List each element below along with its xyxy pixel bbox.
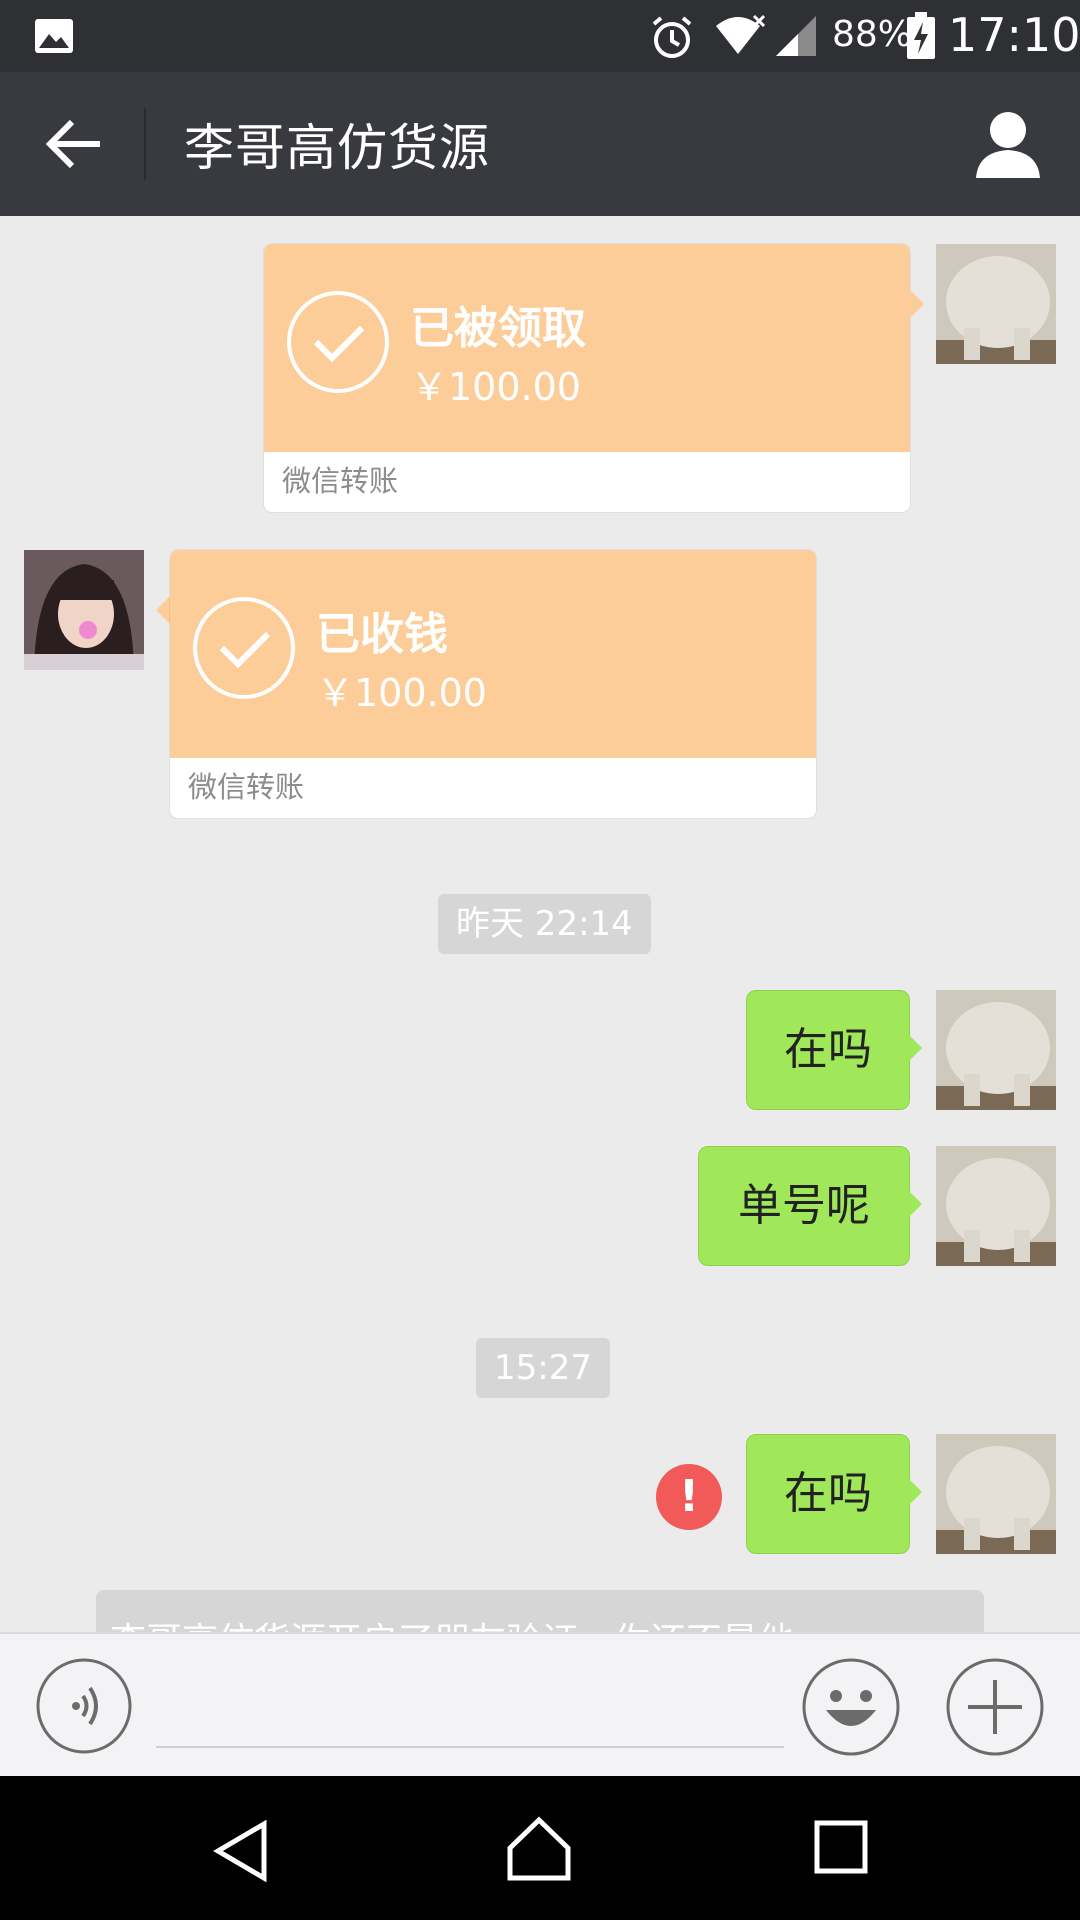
message-bubble-sent[interactable]: 在吗	[746, 990, 910, 1110]
nav-back-icon[interactable]	[212, 1820, 270, 1882]
alarm-icon	[652, 16, 692, 58]
back-arrow-icon[interactable]	[42, 116, 106, 172]
transfer-card-sent[interactable]: 已被领取 ￥100.00 微信转账	[264, 244, 910, 512]
avatar-contact[interactable]	[24, 550, 144, 670]
bubble-tail	[908, 1034, 922, 1062]
image-icon	[35, 19, 73, 53]
avatar-self-image	[936, 990, 1056, 1110]
header-divider	[144, 108, 146, 180]
transfer-label: 微信转账	[188, 770, 305, 804]
status-bar: 88% 17:10	[0, 0, 1080, 72]
avatar-self[interactable]	[936, 1434, 1056, 1554]
avatar-self-image	[936, 1434, 1056, 1554]
avatar-self[interactable]	[936, 244, 1056, 364]
avatar-self[interactable]	[936, 1146, 1056, 1266]
system-notice: 李哥高仿货源开启了朋友验证，你还不是他	[96, 1590, 984, 1632]
voice-icon[interactable]	[36, 1658, 132, 1754]
bubble-tail	[156, 596, 170, 624]
message-input[interactable]	[156, 1674, 784, 1748]
bubble-tail	[908, 1190, 922, 1218]
avatar-self-image	[936, 244, 1056, 364]
message-bubble-sent[interactable]: 单号呢	[698, 1146, 910, 1266]
transfer-amount: ￥100.00	[410, 365, 581, 409]
transfer-card-header: 已被领取 ￥100.00	[264, 244, 910, 452]
profile-icon[interactable]	[970, 108, 1046, 180]
signal-icon	[776, 16, 816, 56]
nav-recent-icon[interactable]	[814, 1820, 868, 1874]
send-failed-icon[interactable]: !	[656, 1464, 722, 1530]
input-bar	[0, 1632, 1080, 1776]
chat-message-list[interactable]: 已被领取 ￥100.00 微信转账 已收钱 ￥100.00 微信转账 昨天 22…	[0, 216, 1080, 1632]
bubble-tail	[908, 1478, 922, 1506]
bubble-tail	[910, 290, 924, 318]
timestamp: 15:27	[476, 1338, 610, 1398]
emoji-icon[interactable]	[802, 1658, 900, 1756]
avatar-self[interactable]	[936, 990, 1056, 1110]
avatar-contact-image	[24, 550, 144, 670]
transfer-status: 已被领取	[410, 303, 586, 354]
avatar-self-image	[936, 1146, 1056, 1266]
nav-home-icon[interactable]	[506, 1816, 572, 1882]
chat-header: 李哥高仿货源	[0, 72, 1080, 216]
transfer-card-header: 已收钱 ￥100.00	[170, 550, 816, 758]
transfer-card-received[interactable]: 已收钱 ￥100.00 微信转账	[170, 550, 816, 818]
transfer-amount: ￥100.00	[316, 671, 487, 715]
timestamp: 昨天 22:14	[438, 894, 651, 954]
system-nav-bar	[0, 1776, 1080, 1920]
battery-charging-icon	[907, 12, 935, 59]
message-bubble-sent[interactable]: 在吗	[746, 1434, 910, 1554]
check-circle-icon	[193, 597, 295, 699]
plus-icon[interactable]	[946, 1658, 1044, 1756]
battery-percent: 88%	[832, 14, 913, 55]
check-circle-icon	[287, 291, 389, 393]
transfer-status: 已收钱	[316, 609, 448, 660]
transfer-label: 微信转账	[282, 464, 399, 498]
wifi-icon	[716, 14, 766, 54]
clock: 17:10	[948, 8, 1080, 62]
chat-title: 李哥高仿货源	[184, 119, 490, 177]
